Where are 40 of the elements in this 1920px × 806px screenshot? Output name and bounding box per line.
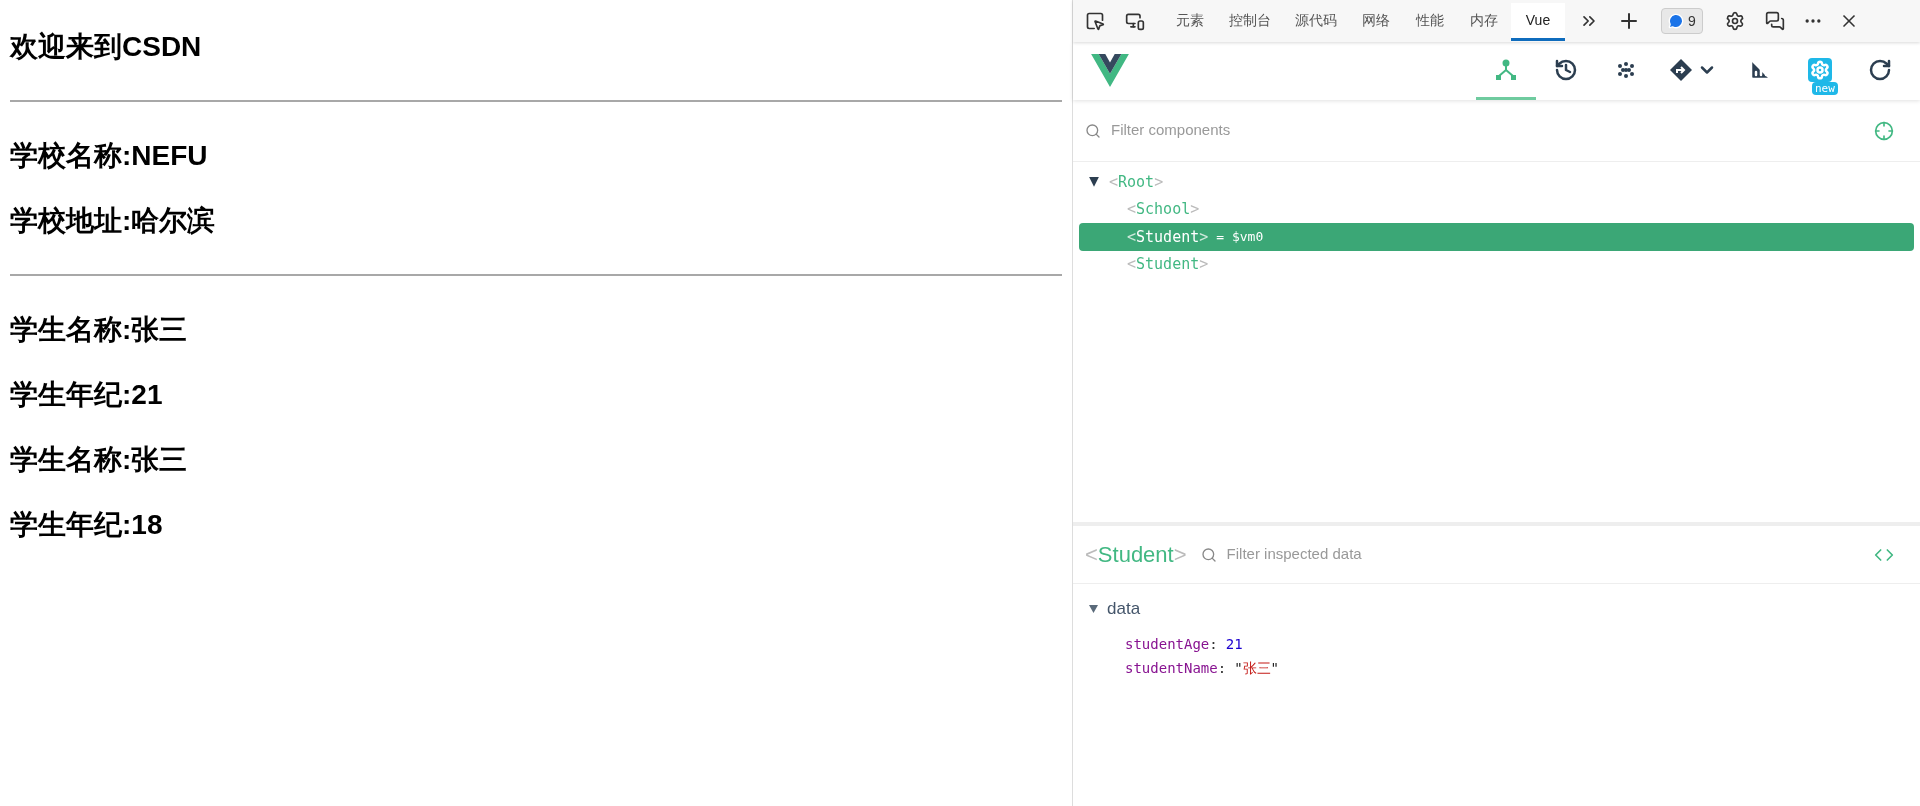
inspected-component-title: <Student> (1085, 541, 1187, 569)
component-name: <Student> (1127, 226, 1209, 248)
heading: 欢迎来到CSDN (10, 32, 202, 61)
devtools-tab[interactable]: 内存 (1457, 3, 1511, 41)
heading: 学校地址:哈尔滨 (10, 206, 216, 235)
devtools-tab[interactable]: 网络 (1349, 3, 1403, 41)
heading: 学生年纪:21 (10, 380, 163, 409)
section-label[interactable]: data (1107, 596, 1141, 622)
route-icon (1669, 57, 1693, 82)
vue-logo (1091, 54, 1129, 88)
issues-button[interactable]: 9 (1661, 8, 1703, 34)
people-chat-icon[interactable] (1764, 11, 1785, 31)
devtools-tab[interactable]: 性能 (1403, 3, 1457, 41)
search-icon (1200, 546, 1217, 563)
heading: 学生年纪:18 (10, 510, 163, 539)
heading: 学生名称:张三 (10, 445, 188, 474)
data-property: studentName: "张三" (1125, 658, 1281, 678)
devtools-tab[interactable]: Vue (1511, 3, 1565, 41)
filter-components-field[interactable]: Filter components (1111, 119, 1874, 142)
inspect-icon[interactable] (1085, 11, 1105, 31)
component-name: <Student> (1127, 254, 1209, 275)
devtools-tab[interactable]: 控制台 (1217, 3, 1283, 41)
settings-icon[interactable] (1724, 11, 1745, 31)
devtools-tab[interactable]: 源代码 (1283, 3, 1349, 41)
component-tree-icon (1494, 57, 1518, 82)
heading: 学校名称:NEFU (10, 141, 208, 170)
vm-reference: = $vm0 (1216, 228, 1264, 246)
history-icon (1554, 57, 1578, 82)
data-property: studentAge: 21 (1125, 634, 1244, 654)
device-icon[interactable] (1125, 11, 1145, 31)
heading: 学生名称:张三 (10, 315, 188, 344)
component-name: <Root> (1109, 171, 1164, 193)
new-badge: new (1812, 82, 1838, 95)
refresh-icon (1868, 57, 1892, 82)
component-name: <School> (1127, 199, 1200, 220)
gear-icon (1808, 57, 1832, 82)
search-icon (1085, 122, 1101, 139)
filter-data-field[interactable]: Filter inspected data (1226, 543, 1874, 566)
devtools-tab[interactable]: 元素 (1163, 3, 1217, 41)
chat-icon (1668, 13, 1684, 29)
